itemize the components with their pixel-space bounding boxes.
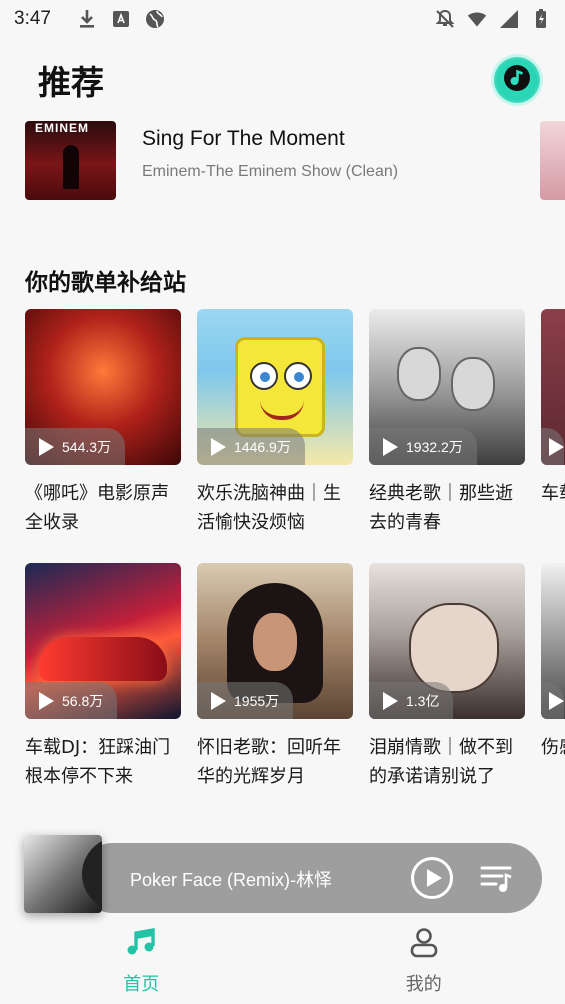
playlist-row: 544.3万 《哪吒》电影原声全收录 1446.9万 欢乐洗脑神曲｜生活愉快没烦… — [25, 309, 565, 537]
nav-home-label: 首页 — [123, 974, 160, 995]
app-header: 推荐 — [0, 50, 565, 110]
music-player-button[interactable] — [494, 57, 540, 103]
playlist-cover: 1955万 — [197, 563, 353, 719]
play-icon — [39, 691, 54, 710]
playlist-card-peek[interactable]: 车载响彻 — [541, 309, 565, 537]
playlist-card[interactable]: 1955万 怀旧老歌：回听年华的光辉岁月 — [197, 563, 353, 791]
play-icon — [383, 691, 398, 710]
play-icon — [39, 437, 54, 456]
playlist-card-peek[interactable]: 伤感待失 — [541, 563, 565, 791]
play-button[interactable] — [411, 857, 453, 899]
play-count-badge: 56.8万 — [25, 682, 118, 719]
play-count: 56.8万 — [62, 692, 104, 709]
person-icon — [408, 926, 440, 962]
page-title: 推荐 — [38, 63, 104, 102]
status-left-icons — [77, 9, 165, 29]
playlist-cover — [541, 309, 565, 465]
play-count: 1.3亿 — [406, 692, 440, 709]
play-count-badge: 1.3亿 — [369, 682, 454, 719]
player-cover[interactable] — [24, 835, 102, 913]
play-icon — [549, 437, 564, 456]
song-title: Sing For The Moment — [142, 127, 345, 150]
player-song-title: Poker Face (Remix)-林怿 — [130, 870, 333, 890]
playlist-cover: 1932.2万 — [369, 309, 525, 465]
signal-icon — [499, 9, 519, 29]
play-count-badge: 544.3万 — [25, 428, 126, 465]
playlist-cover: 1446.9万 — [197, 309, 353, 465]
cover-text: EMINEM — [35, 121, 89, 135]
play-circle-icon — [426, 869, 442, 887]
song-subtitle: Eminem-The Eminem Show (Clean) — [142, 163, 399, 180]
song-cover: EMINEM — [25, 121, 116, 200]
playlist-title: 伤感待失 — [541, 737, 565, 758]
play-count: 1955万 — [234, 692, 280, 709]
song-texts: Sing For The Moment Eminem-The Eminem Sh… — [142, 121, 398, 181]
mini-player[interactable]: Poker Face (Remix)-林怿 — [24, 835, 542, 913]
playlist-card[interactable]: 1.3亿 泪崩情歌｜做不到的承诺请别说了 — [369, 563, 525, 791]
play-count-badge: 1446.9万 — [197, 428, 305, 465]
battery-icon — [531, 9, 551, 29]
play-icon — [383, 437, 398, 456]
playlist-card[interactable]: 1932.2万 经典老歌｜那些逝去的青春 — [369, 309, 525, 537]
play-count-badge — [541, 428, 564, 465]
play-count: 544.3万 — [62, 438, 112, 455]
wifi-icon — [467, 9, 487, 29]
playlist-icon — [479, 866, 515, 900]
section-title: 你的歌单补给站 — [25, 270, 186, 296]
play-count-badge: 1955万 — [197, 682, 294, 719]
playlist-card[interactable]: 1446.9万 欢乐洗脑神曲｜生活愉快没烦恼 — [197, 309, 353, 537]
playlist-cover: 1.3亿 — [369, 563, 525, 719]
playlist-title: 车载响彻 — [541, 483, 565, 504]
playlist-title: 经典老歌｜那些逝去的青春 — [369, 483, 513, 533]
music-note-icon — [503, 64, 531, 96]
play-count: 1932.2万 — [406, 438, 463, 455]
status-right-icons — [435, 9, 551, 29]
playlist-card[interactable]: 56.8万 车载DJ：狂踩油门根本停不下来 — [25, 563, 181, 791]
playlist-cover: 544.3万 — [25, 309, 181, 465]
play-count-badge: 1932.2万 — [369, 428, 477, 465]
playlist-title: 车载DJ：狂踩油门根本停不下来 — [25, 737, 171, 787]
playlist-title: 欢乐洗脑神曲｜生活愉快没烦恼 — [197, 483, 341, 533]
playlist-title: 怀旧老歌：回听年华的光辉岁月 — [197, 737, 341, 787]
playlist-row: 56.8万 车载DJ：狂踩油门根本停不下来 1955万 怀旧老歌：回听年华的光辉… — [25, 563, 565, 791]
playlist-cover — [541, 563, 565, 719]
playlist-button[interactable] — [479, 860, 515, 896]
globe-icon — [145, 9, 165, 29]
download-icon — [77, 9, 97, 29]
playlist-cover: 56.8万 — [25, 563, 181, 719]
notifications-off-icon — [435, 9, 455, 29]
playlist-card[interactable]: 544.3万 《哪吒》电影原声全收录 — [25, 309, 181, 537]
play-icon — [549, 691, 564, 710]
play-icon — [211, 437, 226, 456]
play-icon — [211, 691, 226, 710]
translate-icon — [111, 9, 131, 29]
bottom-nav: 首页 我的 — [0, 920, 565, 1004]
status-time: 3:47 — [14, 8, 51, 29]
playlist-title: 《哪吒》电影原声全收录 — [25, 483, 169, 533]
nav-me-label: 我的 — [405, 974, 442, 995]
recent-song-item[interactable]: EMINEM Sing For The Moment Eminem-The Em… — [25, 121, 565, 201]
next-song-cover-peek[interactable] — [540, 121, 565, 200]
nav-home[interactable]: 首页 — [0, 920, 283, 1004]
play-count: 1446.9万 — [234, 438, 291, 455]
nav-me[interactable]: 我的 — [283, 920, 565, 1004]
play-count-badge — [541, 682, 564, 719]
music-note-icon — [125, 926, 157, 962]
playlist-title: 泪崩情歌｜做不到的承诺请别说了 — [369, 737, 513, 787]
status-bar: 3:47 — [0, 0, 565, 38]
